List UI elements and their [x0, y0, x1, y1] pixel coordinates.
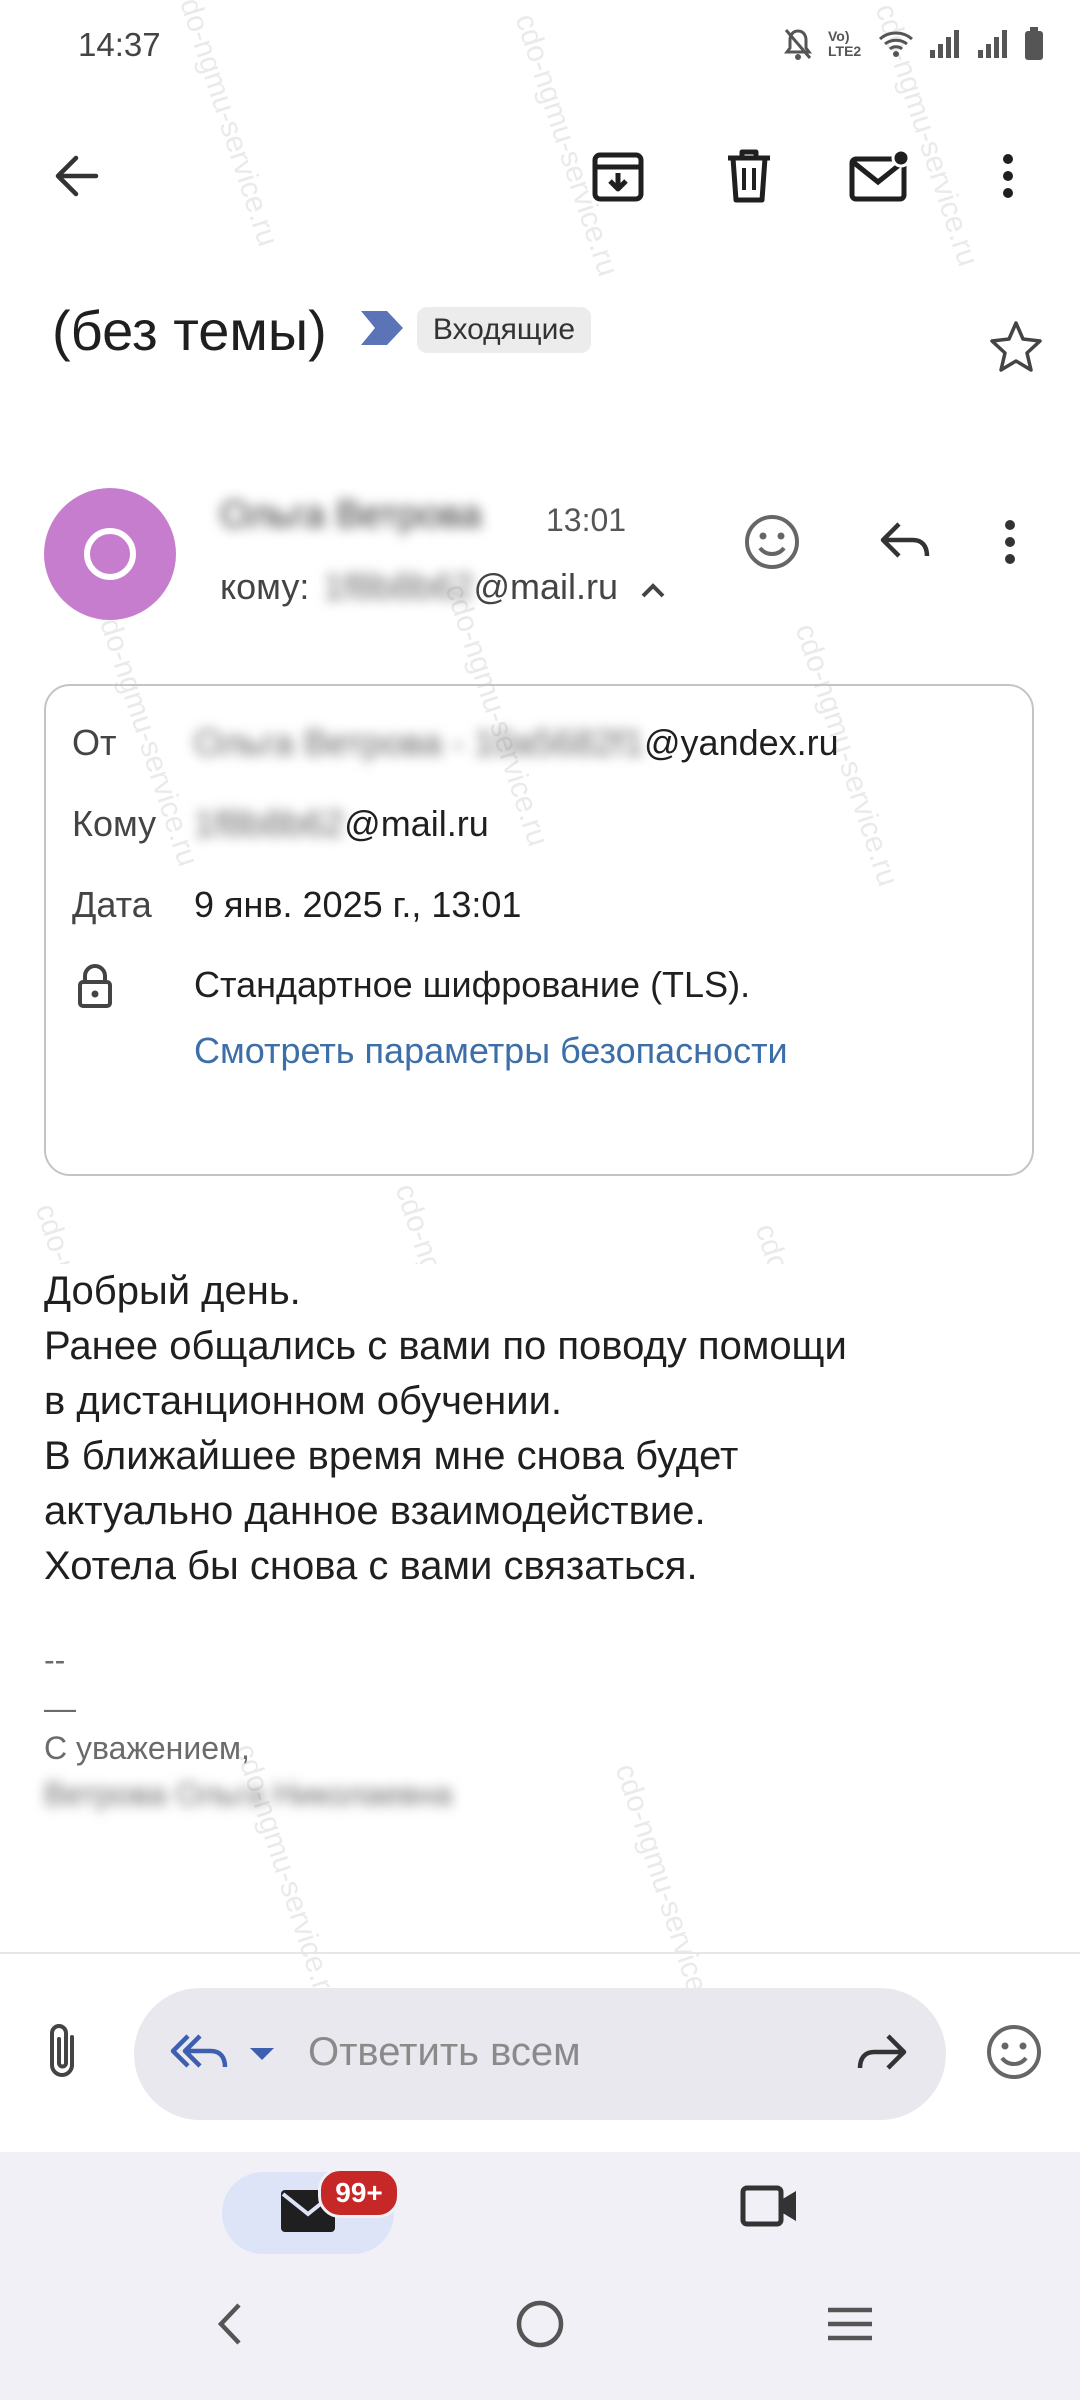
signature-regards: С уважением,: [44, 1730, 250, 1766]
from-hidden: Ольга Ветрова - 10a5682f1: [194, 722, 644, 763]
back-button[interactable]: [36, 138, 116, 218]
reply-all-icon: [170, 2032, 228, 2081]
body-line: Добрый день.: [44, 1269, 301, 1313]
message-body: Добрый день. Ранее общались с вами по по…: [44, 1264, 1036, 1594]
archive-button[interactable]: [578, 138, 658, 218]
trash-icon: [724, 148, 774, 209]
attach-button[interactable]: [22, 2014, 102, 2094]
star-button[interactable]: [980, 312, 1052, 384]
chevron-up-icon: [640, 566, 666, 608]
security-settings-link[interactable]: Смотреть параметры безопасности: [194, 1030, 788, 1072]
recipient-line[interactable]: кому: 1f8b8b62 @mail.ru: [220, 566, 666, 608]
chevron-down-icon[interactable]: [248, 2046, 276, 2067]
to-value: 1f8b8b62@mail.ru: [194, 803, 489, 845]
system-home-button[interactable]: [500, 2286, 580, 2366]
mute-bell-icon: [782, 27, 814, 61]
body-line: Ранее общались с вами по поводу помощи: [44, 1324, 847, 1368]
sender-name: Ольга Ветрова: [220, 494, 482, 536]
to-domain: @mail.ru: [344, 803, 489, 844]
battery-icon: [1024, 27, 1044, 61]
more-vertical-icon: [1004, 519, 1016, 570]
avatar[interactable]: [44, 488, 176, 620]
emoji-icon: [985, 2023, 1043, 2086]
delete-button[interactable]: [709, 138, 789, 218]
system-recents-button[interactable]: [810, 2286, 890, 2366]
label-chip[interactable]: Входящие: [357, 307, 592, 353]
mark-unread-icon: [849, 148, 911, 208]
video-camera-icon: [740, 2185, 800, 2232]
recipient-domain: @mail.ru: [473, 566, 619, 607]
signature-separator: --: [44, 1642, 66, 1678]
star-icon: [989, 320, 1043, 377]
subject-row: (без темы) Входящие: [52, 290, 592, 370]
date-label: Дата: [72, 884, 152, 925]
more-vertical-icon: [1002, 153, 1014, 204]
body-line: в дистанционном обучении.: [44, 1379, 563, 1423]
signal-icon: [928, 28, 962, 60]
lock-icon: [76, 964, 114, 1013]
system-back-button[interactable]: [190, 2286, 270, 2366]
volte-icon: Vo) LTE2: [828, 28, 862, 59]
reply-all-field[interactable]: Ответить всем: [134, 1988, 946, 2120]
date-value: 9 янв. 2025 г., 13:01: [194, 884, 522, 925]
body-line: Хотела бы снова с вами связаться.: [44, 1544, 698, 1588]
signature-name: Ветрова Ольга Николаевна: [44, 1776, 453, 1812]
label-inbox: Входящие: [416, 307, 592, 353]
bottom-nav: [0, 2152, 1080, 2264]
mark-unread-button[interactable]: [840, 138, 920, 218]
archive-icon: [591, 149, 645, 208]
sender-time: 13:01: [546, 502, 627, 538]
recents-icon: [825, 2304, 875, 2349]
status-bar: 14:37 Vo) LTE2: [0, 0, 1080, 95]
status-icons: Vo) LTE2: [782, 24, 1044, 64]
signal-icon: [976, 28, 1010, 60]
to-prefix: кому:: [220, 566, 310, 607]
from-label: От: [72, 722, 117, 763]
to-hidden: 1f8b8b62: [194, 803, 345, 844]
react-button[interactable]: [732, 504, 812, 584]
to-label: Кому: [72, 803, 157, 844]
from-value: Ольга Ветрова - 10a5682f1@yandex.ru: [194, 722, 839, 764]
signature-separator: —: [44, 1690, 76, 1726]
reply-placeholder: Ответить всем: [308, 2030, 581, 2074]
emoji-button[interactable]: [974, 2014, 1054, 2094]
toolbar: [0, 120, 1080, 240]
details-card: От Ольга Ветрова - 10a5682f1@yandex.ru К…: [44, 684, 1034, 1176]
more-options-button[interactable]: [968, 138, 1048, 218]
system-nav-bar: [0, 2264, 1080, 2400]
home-circle-icon: [515, 2299, 565, 2354]
reply-icon: [879, 520, 933, 569]
status-time: 14:37: [78, 26, 161, 63]
chevron-left-icon: [217, 2302, 243, 2351]
encryption-text: Стандартное шифрование (TLS).: [194, 964, 751, 1005]
back-arrow-icon: [52, 154, 100, 203]
email-subject: (без темы): [52, 298, 327, 362]
body-line: В ближайшее время мне снова будет: [44, 1434, 739, 1478]
nav-meet[interactable]: [730, 2168, 810, 2248]
paperclip-icon: [42, 2023, 82, 2086]
reply-button[interactable]: [866, 504, 946, 584]
wifi-icon: [878, 29, 914, 59]
forward-icon[interactable]: [854, 2032, 908, 2081]
emoji-icon: [743, 513, 801, 576]
label-arrow-icon: [357, 309, 405, 352]
message-more-button[interactable]: [980, 504, 1040, 584]
avatar-letter-icon: [84, 528, 136, 580]
body-line: актуально данное взаимодействие.: [44, 1489, 706, 1533]
from-domain: @yandex.ru: [644, 722, 839, 763]
recipient-hidden: 1f8b8b62: [323, 566, 474, 607]
unread-badge: 99+: [318, 2168, 400, 2218]
divider: [0, 1952, 1080, 1954]
